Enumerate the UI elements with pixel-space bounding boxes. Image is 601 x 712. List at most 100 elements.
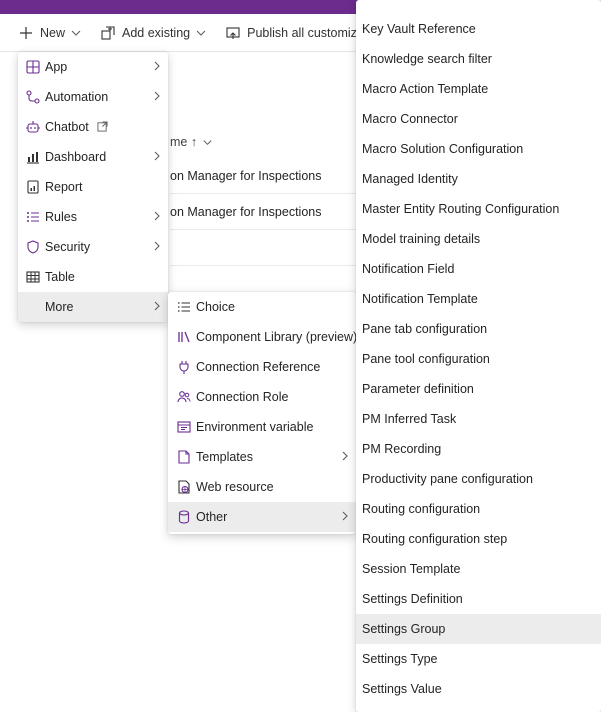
menu-item-macro-solution-configuration[interactable]: Macro Solution Configuration <box>356 134 601 164</box>
menu-item-security[interactable]: Security <box>18 232 168 262</box>
menu-item-component-library[interactable]: Component Library (preview) <box>168 322 358 352</box>
menu-item-macro-connector[interactable]: Macro Connector <box>356 104 601 134</box>
library-icon <box>176 329 192 345</box>
name-column-header[interactable]: me ↑ <box>170 130 360 154</box>
menu-item-other[interactable]: Other <box>168 502 356 532</box>
menu-item-model-training-details[interactable]: Model training details <box>356 224 601 254</box>
menu-item-label: PM Recording <box>362 442 442 456</box>
table-row[interactable]: on Manager for Inspections <box>170 158 360 194</box>
menu-item-label: Settings Group <box>362 622 446 636</box>
menu-item-settings-type[interactable]: Settings Type <box>356 644 601 674</box>
menu-item-key-vault-reference[interactable]: Key Vault Reference <box>356 14 601 44</box>
menu-item-settings-value[interactable]: Settings Value <box>356 674 601 704</box>
add-existing-button[interactable]: Add existing <box>100 25 213 41</box>
table-row[interactable]: on Manager for Inspections <box>170 194 360 230</box>
menu-item-productivity-pane-configuration[interactable]: Productivity pane configuration <box>356 464 601 494</box>
plus-icon <box>18 25 34 41</box>
menu-item-environment-variable[interactable]: Environment variable <box>168 412 356 442</box>
people-icon <box>176 389 192 405</box>
menu-item-label: Routing configuration <box>362 502 481 516</box>
menu-item-label: Dashboard <box>45 150 107 164</box>
open-external-icon <box>97 121 108 132</box>
menu-item-notification-field[interactable]: Notification Field <box>356 254 601 284</box>
variable-icon <box>176 419 192 435</box>
web-resource-icon <box>176 479 192 495</box>
rules-icon <box>25 209 41 225</box>
table-row[interactable] <box>170 230 360 266</box>
row-name-cell: on Manager for Inspections <box>170 204 322 219</box>
menu-item-label: Environment variable <box>196 420 314 434</box>
menu-item-knowledge-search-filter[interactable]: Knowledge search filter <box>356 44 601 74</box>
menu-item-label: Notification Template <box>362 292 478 306</box>
menu-item-routing-configuration[interactable]: Routing configuration <box>356 494 601 524</box>
menu-item-connection-reference[interactable]: Connection Reference <box>168 352 356 382</box>
menu-item-label: Macro Solution Configuration <box>362 142 524 156</box>
new-button-label: New <box>40 25 66 40</box>
chevron-right-icon <box>340 510 350 522</box>
chatbot-icon <box>25 119 41 135</box>
menu-item-web-resource[interactable]: Web resource <box>168 472 356 502</box>
menu-item-label: Web resource <box>196 480 274 494</box>
menu-item-chatbot[interactable]: Chatbot <box>18 112 168 142</box>
add-existing-icon <box>100 25 116 41</box>
menu-item-label: Component Library (preview) <box>196 330 358 344</box>
menu-item-label: Notification Field <box>362 262 455 276</box>
menu-item-table[interactable]: Table <box>18 262 168 292</box>
menu-item-pm-recording[interactable]: PM Recording <box>356 434 601 464</box>
menu-item-label: Macro Action Template <box>362 82 489 96</box>
menu-item-automation[interactable]: Automation <box>18 82 168 112</box>
menu-item-pm-inferred-task[interactable]: PM Inferred Task <box>356 404 601 434</box>
menu-item-managed-identity[interactable]: Managed Identity <box>356 164 601 194</box>
report-icon <box>25 179 41 195</box>
menu-item-pane-tab-configuration[interactable]: Pane tab configuration <box>356 314 601 344</box>
chevron-right-icon <box>152 210 162 222</box>
menu-item-connection-role[interactable]: Connection Role <box>168 382 356 412</box>
menu-item-label: Knowledge search filter <box>362 52 492 66</box>
add-existing-label: Add existing <box>122 25 191 40</box>
menu-item-settings-definition[interactable]: Settings Definition <box>356 584 601 614</box>
menu-item-label: Chatbot <box>45 120 89 134</box>
menu-item-label: Session Template <box>362 562 461 576</box>
menu-item-app[interactable]: App <box>18 52 168 82</box>
row-name-cell: on Manager for Inspections <box>170 168 322 183</box>
menu-item-macro-action-template[interactable]: Macro Action Template <box>356 74 601 104</box>
menu-item-report[interactable]: Report <box>18 172 168 202</box>
menu-item-settings-group[interactable]: Settings Group <box>356 614 601 644</box>
menu-item-routing-configuration-step[interactable]: Routing configuration step <box>356 524 601 554</box>
menu-item-label: Routing configuration step <box>362 532 508 546</box>
menu-item-more[interactable]: More <box>18 292 168 322</box>
menu-item-label: Settings Type <box>362 652 438 666</box>
menu-item-templates[interactable]: Templates <box>168 442 356 472</box>
menu-item-label: Managed Identity <box>362 172 458 186</box>
chevron-right-icon <box>152 300 162 312</box>
menu-item-label: Master Entity Routing Configuration <box>362 202 560 216</box>
chevron-right-icon <box>152 60 162 72</box>
menu-item-parameter-definition[interactable]: Parameter definition <box>356 374 601 404</box>
chevron-right-icon <box>152 90 162 102</box>
menu-item-label: Rules <box>45 210 77 224</box>
menu-item-dashboard[interactable]: Dashboard <box>18 142 168 172</box>
menu-item-session-template[interactable]: Session Template <box>356 554 601 584</box>
menu-item-label: Connection Reference <box>196 360 321 374</box>
menu-item-choice[interactable]: Choice <box>168 292 356 322</box>
chevron-right-icon <box>152 150 162 162</box>
automation-icon <box>25 89 41 105</box>
menu-item-label: Pane tool configuration <box>362 352 490 366</box>
menu-item-rules[interactable]: Rules <box>18 202 168 232</box>
publish-icon <box>225 25 241 41</box>
chevron-right-icon <box>340 450 350 462</box>
menu-item-pane-tool-configuration[interactable]: Pane tool configuration <box>356 344 601 374</box>
menu-item-label: Macro Connector <box>362 112 458 126</box>
database-icon <box>176 509 192 525</box>
menu-item-label: More <box>45 300 74 314</box>
new-button[interactable]: New <box>18 25 88 41</box>
chevron-down-icon <box>202 137 213 148</box>
menu-item-master-entity-routing-configuration[interactable]: Master Entity Routing Configuration <box>356 194 601 224</box>
menu-item-notification-template[interactable]: Notification Template <box>356 284 601 314</box>
menu-item-label: Productivity pane configuration <box>362 472 533 486</box>
menu-item-label: Settings Value <box>362 682 442 696</box>
menu-item-label: Automation <box>45 90 109 104</box>
template-icon <box>176 449 192 465</box>
menu-item-label: Security <box>45 240 91 254</box>
other-menu: Key Vault Reference Knowledge search fil… <box>356 0 601 712</box>
